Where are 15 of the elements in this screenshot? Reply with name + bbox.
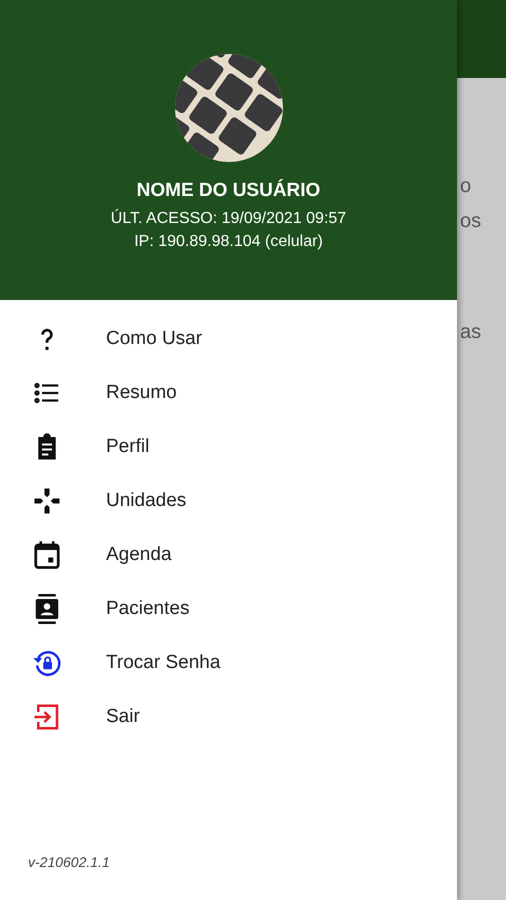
background-text: o	[460, 175, 472, 198]
last-access-text: ÚLT. ACESSO: 19/09/2021 09:57	[110, 208, 346, 229]
menu-item[interactable]: Resumo	[0, 366, 457, 420]
menu-item[interactable]: Trocar Senha	[0, 636, 457, 690]
version-text: v-210602.1.1	[27, 854, 111, 872]
user-name: NOME DO USUÁRIO	[136, 180, 320, 202]
menu-item[interactable]: Unidades	[0, 474, 457, 528]
menu-item[interactable]: Agenda	[0, 528, 457, 582]
ip-text: IP: 190.89.98.104 (celular)	[134, 232, 323, 252]
background-text: os	[460, 210, 482, 233]
menu-item[interactable]: Sair	[0, 690, 457, 744]
menu-item[interactable]: Perfil	[0, 420, 457, 474]
menu-item[interactable]: Pacientes	[0, 582, 457, 636]
menu-item[interactable]: Como Usar	[0, 312, 457, 366]
background-text: as	[460, 321, 482, 344]
